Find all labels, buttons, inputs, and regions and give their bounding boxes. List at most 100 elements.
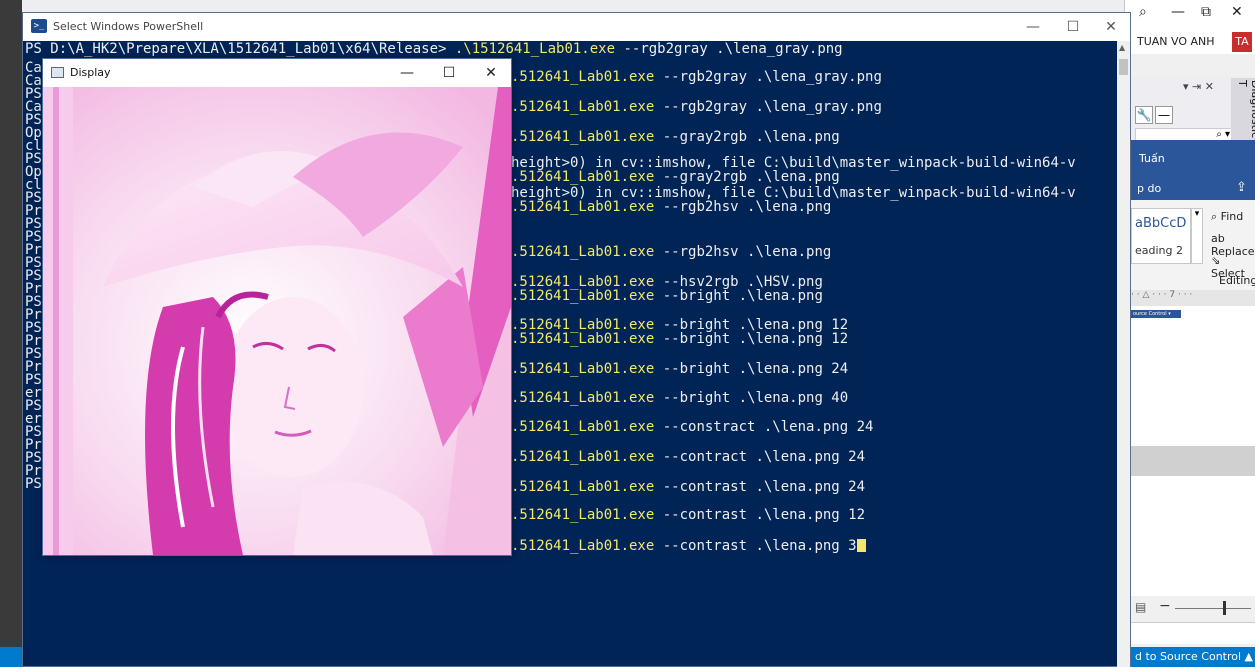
console-scrollbar[interactable]: ▲ (1117, 41, 1130, 667)
command: .512641_Lab01.exe (511, 419, 655, 435)
maximize-button[interactable]: ☐ (1055, 15, 1091, 39)
document-page[interactable]: ource Control ▾ (1125, 306, 1255, 446)
account-name[interactable]: TUAN VO ANH (1137, 35, 1215, 48)
arguments: --rgb2gray .\lena_gray.png (654, 69, 882, 85)
console-line: .512641_Lab01.exe --constract .\lena.png… (511, 419, 874, 435)
dash-icon[interactable]: — (1155, 106, 1173, 124)
close-button[interactable]: ✕ (471, 61, 511, 85)
command: .512641_Lab01.exe (511, 288, 655, 304)
arguments: --contrast .\lena.png 12 (654, 507, 866, 523)
command: .512641_Lab01.exe (511, 99, 655, 115)
share-icon[interactable]: ⇪ (1236, 180, 1247, 195)
display-title: Display (70, 66, 111, 79)
arguments: --gray2rgb .\lena.png (654, 169, 840, 185)
style-name: eading 2 (1135, 244, 1183, 257)
zoom-out-button[interactable]: − (1159, 598, 1171, 614)
command: .512641_Lab01.exe (511, 361, 655, 377)
source-control-status[interactable]: d to Source Control ▲ (1125, 647, 1255, 667)
arguments: --contrast .\lena.png 3 (654, 538, 857, 554)
console-line: .512641_Lab01.exe --contract .\lena.png … (511, 449, 865, 465)
command: .512641_Lab01.exe (511, 331, 655, 347)
scroll-up-icon[interactable]: ▲ (1119, 43, 1125, 52)
console-line: .512641_Lab01.exe --bright .\lena.png 40 (511, 390, 849, 406)
minimize-button[interactable]: — (1015, 15, 1051, 39)
background-editor-strip (0, 0, 22, 667)
console-line: .512641_Lab01.exe --bright .\lena.png (511, 288, 823, 304)
arguments: --contrast .\lena.png 24 (654, 479, 866, 495)
arguments: --bright .\lena.png 40 (654, 390, 849, 406)
layout-icon[interactable]: ▤ (1135, 600, 1146, 614)
zoom-slider-thumb[interactable] (1223, 601, 1226, 615)
word-user-name[interactable]: Tuấn (1139, 152, 1165, 165)
source-control-label[interactable]: d to Source Control ▲ (1135, 650, 1253, 663)
source-control-tag: ource Control ▾ (1131, 310, 1181, 318)
console-line-first: PS D:\A_HK2\Prepare\XLA\1512641_Lab01\x6… (25, 41, 843, 57)
console-line: .512641_Lab01.exe --contrast .\lena.png … (511, 479, 866, 495)
minimize-button[interactable]: — (387, 61, 427, 85)
arguments: --constract .\lena.png 24 (654, 419, 874, 435)
console-line: .512641_Lab01.exe --contrast .\lena.png … (511, 507, 866, 523)
command: .512641_Lab01.exe (511, 199, 655, 215)
command: .512641_Lab01.exe (511, 244, 655, 260)
word-ribbon-header: Tuấn p do ⇪ (1125, 140, 1255, 200)
account-avatar[interactable]: TA (1232, 32, 1252, 52)
close-button[interactable]: ✕ (1093, 15, 1129, 39)
command: .512641_Lab01.exe (511, 538, 655, 554)
command: .512641_Lab01.exe (511, 390, 655, 406)
console-line: .512641_Lab01.exe --rgb2hsv .\lena.png (511, 199, 832, 215)
search-icon[interactable]: ⌕ (1139, 4, 1147, 20)
prompt: PS D:\A_HK2\Prepare\XLA\1512641_Lab01\x6… (25, 41, 455, 57)
display-titlebar[interactable]: Display — ☐ ✕ (43, 59, 511, 87)
command: .512641_Lab01.exe (511, 169, 655, 185)
restore-icon[interactable]: ⧉ (1201, 4, 1211, 20)
command: .512641_Lab01.exe (511, 449, 655, 465)
powershell-titlebar[interactable]: >_ Select Windows PowerShell — ☐ ✕ (23, 13, 1130, 41)
arguments: --rgb2gray .\lena_gray.png (615, 41, 843, 57)
panel-pin-controls[interactable]: ▾ ⇥ ✕ (1183, 80, 1214, 93)
console-line: .512641_Lab01.exe --contrast .\lena.png … (511, 539, 866, 553)
diagnostic-tab-label: Diagnostic T (1236, 80, 1255, 139)
display-window[interactable]: Display — ☐ ✕ (42, 58, 512, 556)
arguments: --rgb2hsv .\lena.png (654, 199, 832, 215)
styles-more-button[interactable]: ▾ (1191, 208, 1203, 264)
input-box[interactable] (1125, 622, 1255, 644)
minimize-icon[interactable]: — (1171, 4, 1185, 20)
console-line: .512641_Lab01.exe --bright .\lena.png 24 (511, 361, 849, 377)
zoom-slider[interactable] (1175, 608, 1251, 609)
arguments: --gray2rgb .\lena.png (654, 129, 840, 145)
account-bar[interactable]: TUAN VO ANH TA (1125, 30, 1255, 54)
powershell-icon: >_ (31, 19, 47, 33)
command: .512641_Lab01.exe (511, 129, 655, 145)
close-icon[interactable]: ✕ (1231, 4, 1243, 20)
diagnostic-tools-tab[interactable]: Diagnostic T (1231, 78, 1255, 140)
document-gap (1125, 446, 1255, 476)
scrollbar-thumb[interactable] (1119, 59, 1128, 75)
console-line: .512641_Lab01.exe --rgb2hsv .\lena.png (511, 244, 832, 260)
command: .512641_Lab01.exe (511, 507, 655, 523)
arguments: --bright .\lena.png 12 (654, 331, 849, 347)
tell-me-box[interactable]: p do (1137, 182, 1161, 195)
find-button[interactable]: ⌕ Find (1211, 210, 1243, 224)
processed-image (43, 87, 511, 555)
arguments: --bright .\lena.png 24 (654, 361, 849, 377)
style-preview: aBbCcD (1135, 216, 1187, 231)
find-label: Find (1220, 210, 1244, 223)
console-line: .512641_Lab01.exe --rgb2gray .\lena_gray… (511, 69, 882, 85)
editing-group-label: Editing (1219, 274, 1255, 287)
command: .512641_Lab01.exe (511, 69, 655, 85)
maximize-button[interactable]: ☐ (429, 61, 469, 85)
console-line: .512641_Lab01.exe --bright .\lena.png 12 (511, 331, 849, 347)
command: .512641_Lab01.exe (511, 479, 655, 495)
text-cursor (856, 539, 866, 552)
powershell-title: Select Windows PowerShell (53, 20, 204, 33)
wrench-icon[interactable]: 🔧 (1135, 106, 1153, 124)
arguments: --rgb2gray .\lena_gray.png (654, 99, 882, 115)
arguments: --rgb2hsv .\lena.png (654, 244, 832, 260)
ruler: · · △ · · · 7 · · · (1125, 290, 1255, 306)
app-titlebar: ⌕ — ⧉ ✕ (1125, 0, 1255, 30)
command: .\1512641_Lab01.exe (454, 41, 616, 57)
zoom-bar: ▤ − (1125, 596, 1255, 620)
console-prefix: PS (25, 476, 42, 492)
window-icon (51, 67, 64, 78)
document-page-2[interactable] (1125, 476, 1255, 596)
